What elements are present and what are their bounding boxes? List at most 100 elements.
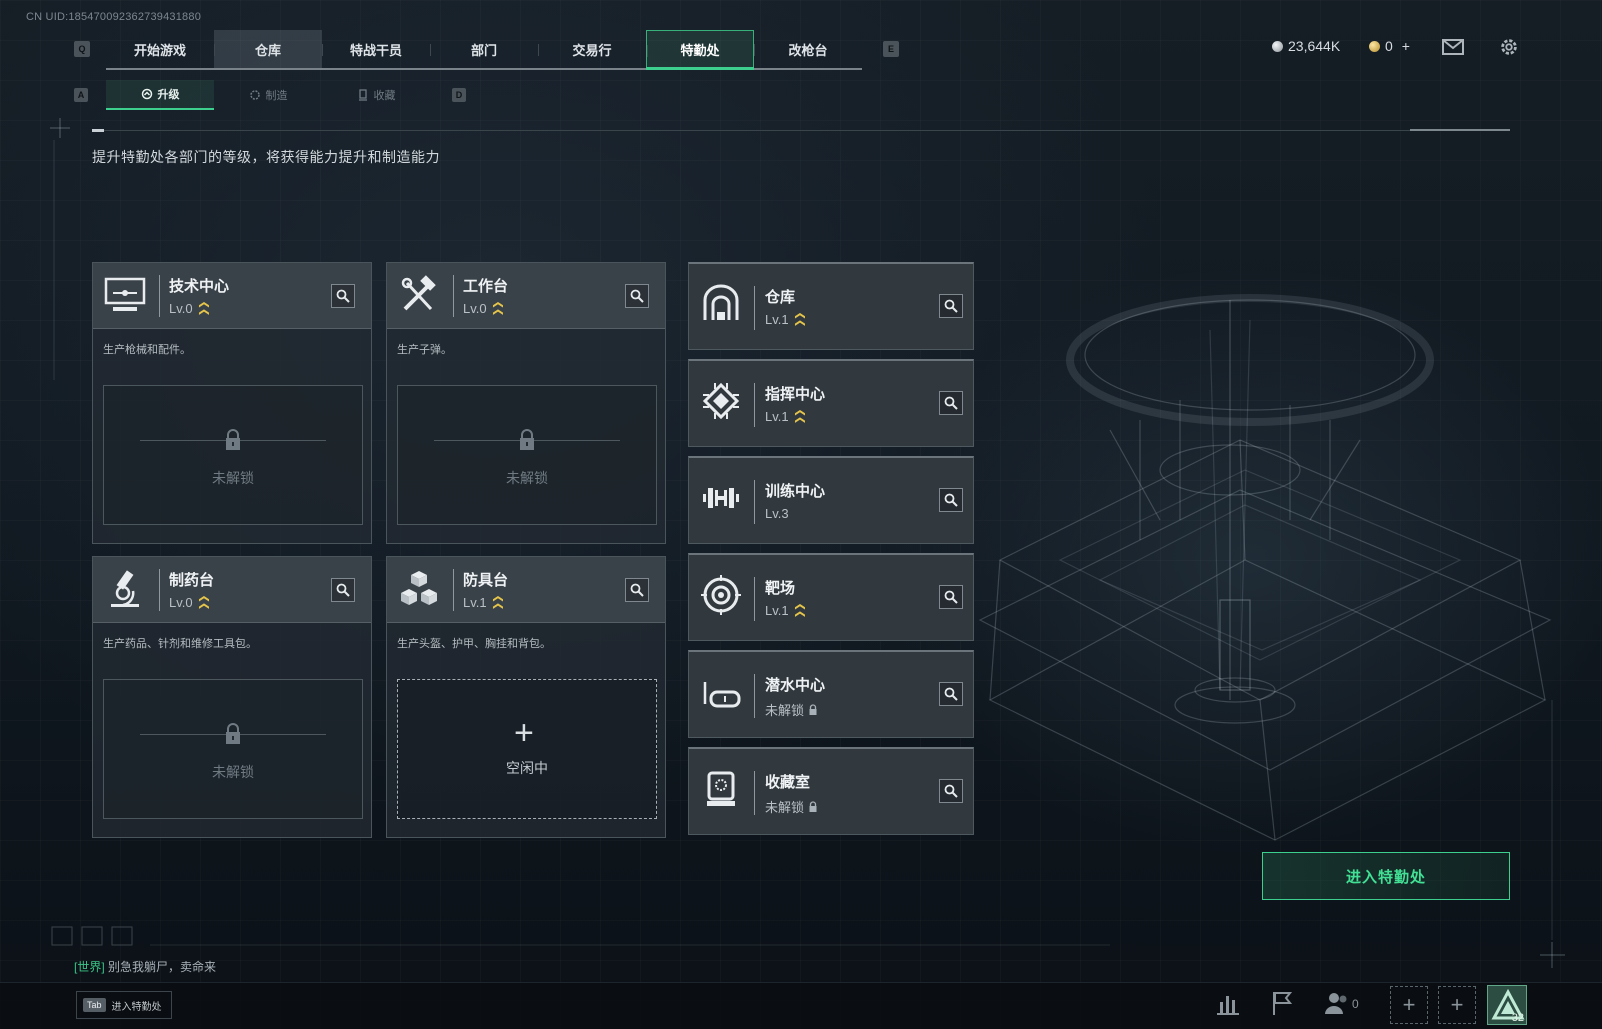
silver-coin-icon <box>1272 40 1283 52</box>
sub-tab-bar: 升级 制造 收藏 <box>106 80 430 111</box>
enter-special-ops-button[interactable]: 进入特勤处 <box>1262 852 1510 900</box>
plus-icon: + <box>1402 992 1416 1017</box>
subtab-craft[interactable]: 制造 <box>214 80 322 110</box>
card-description: 生产枪械和配件。 <box>103 344 191 356</box>
card-pharmacy[interactable]: 制药台 Lv.0 ❯❯ 生产药品、针剂和维修工具包。 未解锁 <box>92 556 372 838</box>
card-tech-center[interactable]: 技术中心 Lv.0 ❯❯ 生产枪械和配件。 未解锁 <box>92 262 372 544</box>
card-separator <box>754 771 755 815</box>
tab-key: Tab <box>83 998 106 1012</box>
main-tab-bar: 开始游戏 仓库 特战干员 部门 交易行 特勤处 改枪台 <box>106 30 862 70</box>
slot-status: 空闲中 <box>506 760 548 776</box>
divider <box>92 130 1510 131</box>
inspect-button[interactable] <box>939 391 963 415</box>
magnifier-icon <box>944 687 958 701</box>
card-title: 仓库 <box>765 289 796 306</box>
prev-subtab-key-hint: A <box>74 88 88 102</box>
tab-trading[interactable]: 交易行 <box>538 30 646 68</box>
magnifier-icon <box>630 289 644 303</box>
card-title: 制药台 <box>169 572 215 589</box>
inspect-button[interactable] <box>331 284 355 308</box>
card-separator <box>754 383 755 427</box>
card-description: 生产药品、针剂和维修工具包。 <box>103 638 257 650</box>
production-slot-idle[interactable]: + 空闲中 <box>397 679 657 819</box>
player-avatar[interactable]: 32 <box>1487 985 1527 1025</box>
plus-icon: + <box>1450 992 1464 1017</box>
card-title: 靶场 <box>765 580 796 597</box>
card-collection-room[interactable]: 收藏室 未解锁 <box>688 747 974 835</box>
inspect-button[interactable] <box>625 284 649 308</box>
subtab-upgrade[interactable]: 升级 <box>106 80 214 110</box>
tab-shortcut-hint[interactable]: Tab 进入特勤处 <box>76 991 172 1019</box>
gold-amount: 0 <box>1385 38 1393 54</box>
slot-line <box>434 440 524 441</box>
add-teammate-slot-2[interactable]: + <box>1438 986 1476 1024</box>
card-separator <box>754 674 755 718</box>
lock-icon <box>809 800 817 812</box>
card-level: Lv.3 <box>765 506 789 521</box>
add-teammate-slot-1[interactable]: + <box>1390 986 1428 1024</box>
tab-operators[interactable]: 特战干员 <box>322 30 430 68</box>
card-level: 未解锁 <box>765 700 818 719</box>
tab-special-ops[interactable]: 特勤处 <box>646 30 754 70</box>
tab-department[interactable]: 部门 <box>430 30 538 68</box>
card-workbench[interactable]: 工作台 Lv.0 ❯❯ 生产子弹。 未解锁 <box>386 262 666 544</box>
chat-line[interactable]: [世界] 别急我躺尸，卖命来 <box>74 958 216 975</box>
inspect-button[interactable] <box>939 585 963 609</box>
divider-tick-right <box>1410 129 1510 131</box>
warehouse-icon <box>703 284 739 320</box>
tab-start-game[interactable]: 开始游戏 <box>106 30 214 68</box>
friends-icon[interactable] <box>1322 988 1352 1018</box>
card-title: 防具台 <box>463 572 509 589</box>
card-title: 潜水中心 <box>765 677 826 694</box>
slot-status: 未解锁 <box>212 764 254 780</box>
card-warehouse[interactable]: 仓库 Lv.1 ❯❯ <box>688 262 974 350</box>
inspect-button[interactable] <box>939 294 963 318</box>
target-icon <box>701 575 741 615</box>
card-armor-bench[interactable]: 防具台 Lv.1 ❯❯ 生产头盔、护甲、胸挂和背包。 + 空闲中 <box>386 556 666 838</box>
gold-add-button[interactable]: + <box>1402 38 1410 54</box>
tab-gunsmith[interactable]: 改枪台 <box>754 30 862 68</box>
inspect-button[interactable] <box>939 682 963 706</box>
card-diving-center[interactable]: 潜水中心 未解锁 <box>688 650 974 738</box>
magnifier-icon <box>944 493 958 507</box>
player-level: 32 <box>1511 1012 1524 1024</box>
card-title: 技术中心 <box>169 278 230 295</box>
gold-currency[interactable]: 0 + <box>1369 38 1410 54</box>
inspect-button[interactable] <box>331 578 355 602</box>
prev-tab-key-hint: Q <box>74 41 90 57</box>
subtab-collection[interactable]: 收藏 <box>322 80 430 110</box>
card-level-text: 未解锁 <box>765 800 805 815</box>
slot-status: 未解锁 <box>212 470 254 486</box>
inspect-button[interactable] <box>939 779 963 803</box>
lock-icon <box>520 429 534 450</box>
slot-line <box>236 440 326 441</box>
card-level-text: Lv.1 <box>463 595 487 610</box>
tab-warehouse[interactable]: 仓库 <box>214 30 322 68</box>
upgrade-icon <box>141 88 152 100</box>
subtab-collection-label: 收藏 <box>373 90 396 102</box>
card-shooting-range[interactable]: 靶场 Lv.1 ❯❯ <box>688 553 974 641</box>
flag-icon[interactable] <box>1267 988 1297 1018</box>
magnifier-icon <box>630 583 644 597</box>
card-training-center[interactable]: 训练中心 Lv.3 <box>688 456 974 544</box>
page-description: 提升特勤处各部门的等级，将获得能力提升和制造能力 <box>92 149 440 165</box>
stats-icon[interactable] <box>1213 988 1243 1018</box>
inspect-button[interactable] <box>625 578 649 602</box>
plus-icon: + <box>514 714 534 752</box>
card-level-text: Lv.1 <box>765 409 789 424</box>
card-command-center[interactable]: 指挥中心 Lv.1 ❯❯ <box>688 359 974 447</box>
card-separator <box>754 286 755 330</box>
card-title: 指挥中心 <box>765 386 826 403</box>
card-separator <box>159 569 160 611</box>
upgrade-arrow-icon: ❯❯ <box>793 603 805 618</box>
silver-currency: 23,644K <box>1272 38 1340 54</box>
inspect-button[interactable] <box>939 488 963 512</box>
microscope-icon <box>111 570 139 607</box>
card-level: Lv.1 ❯❯ <box>765 409 807 424</box>
magnifier-icon <box>944 590 958 604</box>
mail-icon[interactable] <box>1441 36 1465 58</box>
slot-line <box>140 440 230 441</box>
gear-icon[interactable] <box>1497 36 1521 58</box>
card-separator <box>453 275 454 317</box>
bottom-bar <box>0 982 1602 1029</box>
